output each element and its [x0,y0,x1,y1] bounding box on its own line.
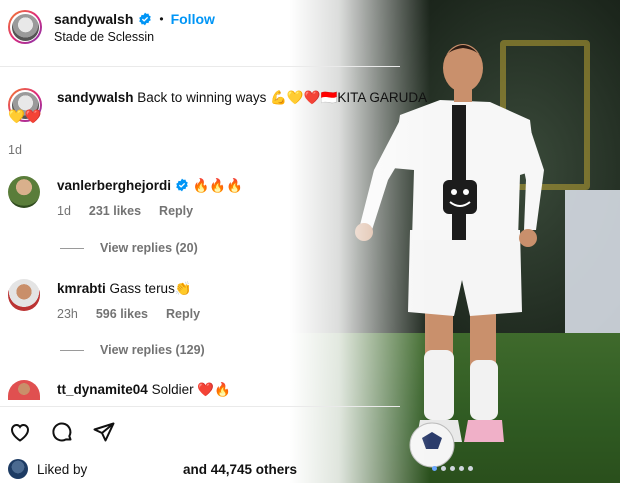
reply-button[interactable]: Reply [166,307,200,321]
photo-fade-overlay [290,0,430,483]
comment-avatar[interactable] [8,279,40,311]
post-photo[interactable] [290,0,620,483]
liked-by: Liked by and 44,745 others [8,459,297,479]
carousel-dot-active [432,466,437,471]
liked-by-avatar[interactable] [8,459,28,479]
carousel-dots [432,466,473,471]
comment-time: 1d [57,204,71,218]
view-replies-label: View replies (20) [100,241,198,255]
caption-text: Back to winning ways 💪💛❤️🇮🇩KITA GARUDA [137,90,428,105]
caption-username[interactable]: sandywalsh [57,90,134,105]
comment-username[interactable]: kmrabti [57,281,106,296]
carousel-dot [441,466,446,471]
comment-item: kmrabti Gass terus👏 23h 596 likes Reply [8,279,200,321]
view-replies-button[interactable]: View replies (129) [60,343,205,357]
comment-avatar[interactable] [8,176,40,208]
carousel-dot [468,466,473,471]
verified-badge-icon [139,12,152,25]
comment-likes[interactable]: 596 likes [96,307,148,321]
comment-username[interactable]: tt_dynamite04 [57,382,148,397]
view-replies-button[interactable]: View replies (20) [60,241,198,255]
advertising-board [565,190,620,350]
comment-likes[interactable]: 231 likes [89,204,141,218]
caption-text-line2: 💛❤️ [8,109,42,124]
caption-time: 1d [8,143,22,157]
comment-text: Soldier ❤️🔥 [151,382,231,397]
location-link[interactable]: Stade de Sclessin [54,30,215,44]
action-bar [8,420,116,444]
comment-item: vanlerberghejordi 🔥🔥🔥 1d 231 likes Reply [8,176,243,218]
avatar[interactable] [8,10,42,44]
caption: sandywalsh Back to winning ways 💪💛❤️🇮🇩KI… [8,88,427,157]
follow-button[interactable]: Follow [171,11,215,27]
reply-button[interactable]: Reply [159,204,193,218]
send-icon[interactable] [92,420,116,444]
post-username[interactable]: sandywalsh [54,11,133,27]
carousel-dot [459,466,464,471]
verified-badge-icon [176,178,188,192]
comment-avatar[interactable] [8,380,40,400]
comment-time: 23h [57,307,78,321]
view-replies-label: View replies (129) [100,343,205,357]
comment-item: tt_dynamite04 Soldier ❤️🔥 [8,380,231,400]
heart-icon[interactable] [8,420,32,444]
actions-divider [0,406,400,407]
comment-icon[interactable] [50,420,74,444]
carousel-dot [450,466,455,471]
liked-by-label: Liked by [37,461,88,477]
comment-username[interactable]: vanlerberghejordi [57,178,171,193]
comment-text: Gass terus👏 [109,281,192,296]
comment-text: 🔥🔥🔥 [192,178,244,193]
header-divider [0,66,400,67]
post-header: sandywalsh • Follow Stade de Sclessin [8,10,215,44]
header-separator: • [159,11,164,26]
likes-count[interactable]: and 44,745 others [183,462,297,477]
